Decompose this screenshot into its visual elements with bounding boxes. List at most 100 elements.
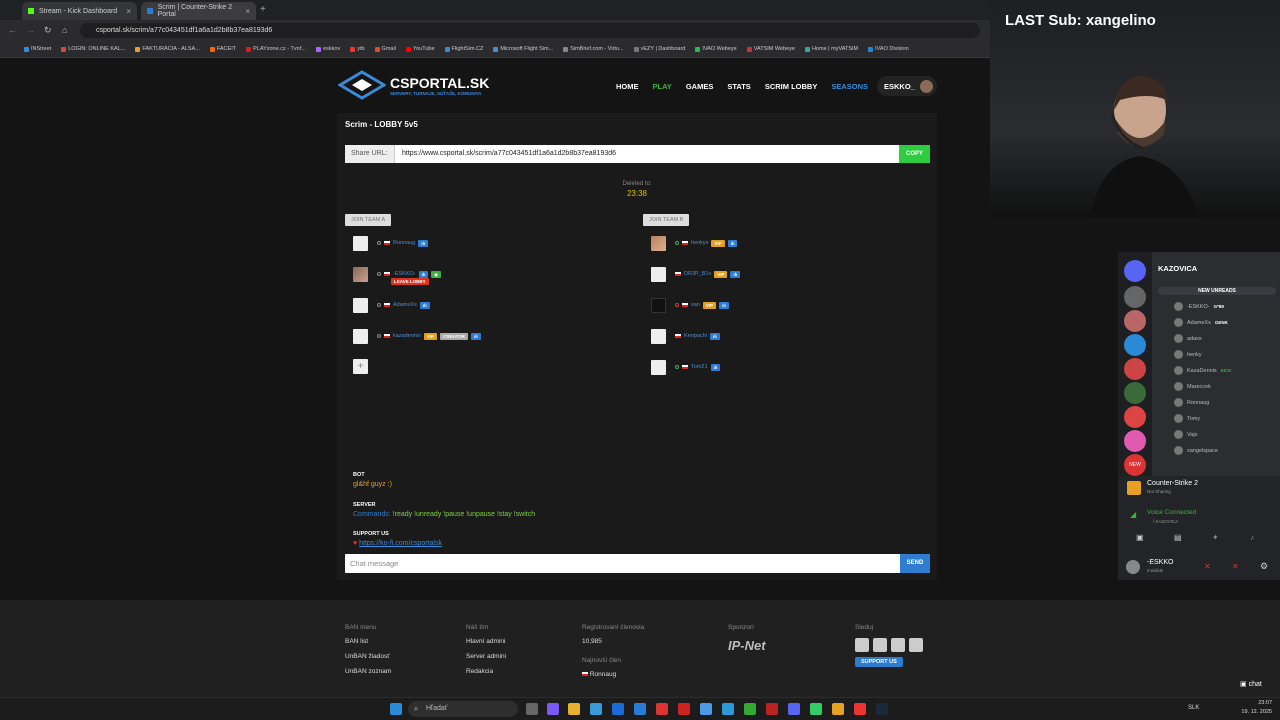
bookmark[interactable]: IVAO Division <box>868 46 909 52</box>
footer-link[interactable]: Hlavní admini <box>466 638 506 645</box>
server-icon[interactable] <box>1124 430 1146 452</box>
footer-link[interactable]: Redakcia <box>466 668 506 675</box>
add-slot-button[interactable]: + <box>353 359 368 374</box>
leave-lobby-button[interactable]: LEAVE LOBBY <box>391 278 429 285</box>
nav-games[interactable]: GAMES <box>686 82 714 91</box>
stats-icon[interactable]: ılı <box>418 239 429 247</box>
gear-icon[interactable]: ⚙ <box>1260 561 1268 572</box>
home-icon[interactable]: ⌂ <box>62 25 67 35</box>
nav-seasons[interactable]: SEASONS <box>831 82 868 91</box>
instagram-icon[interactable] <box>909 638 923 652</box>
player-name[interactable]: Ronnaug <box>393 240 415 246</box>
bookmark[interactable]: INStreet <box>24 46 51 52</box>
clock-date[interactable]: 19. 12. 2025 <box>1236 709 1272 715</box>
support-link[interactable]: https://ko-fi.com/csportalsk <box>359 540 442 547</box>
edge-icon[interactable] <box>722 703 734 715</box>
app-icon[interactable] <box>810 703 822 715</box>
newest-member[interactable]: Ronnaug <box>590 671 616 678</box>
search-input[interactable]: ⌕ Hľadať <box>408 701 518 717</box>
stats-icon[interactable]: ılı <box>719 301 729 309</box>
bookmark[interactable]: Microsoft Flight Sim... <box>493 46 553 52</box>
voice-user[interactable]: Ronnaug <box>1174 398 1209 407</box>
copy-button[interactable]: COPY <box>899 145 930 163</box>
nav-play[interactable]: PLAY <box>653 82 672 91</box>
bookmark[interactable]: Home | myVATSIM <box>804 46 858 52</box>
stats-icon[interactable]: ılı <box>710 363 721 371</box>
bookmark[interactable]: Gmail <box>374 46 396 52</box>
bookmark[interactable]: eskkov <box>316 46 340 52</box>
player-name[interactable]: -ESKKO- <box>393 271 416 277</box>
share-url-value[interactable]: https://www.csportal.sk/scrim/a77c043451… <box>402 145 616 163</box>
player-name[interactable]: AdameXs <box>393 302 417 308</box>
sponsor-logo[interactable]: IP-Net <box>728 638 766 653</box>
nav-stats[interactable]: STATS <box>727 82 750 91</box>
app-icon[interactable] <box>656 703 668 715</box>
new-unreads-pill[interactable]: NEW UNREADS <box>1158 287 1276 295</box>
bookmark[interactable]: ytb <box>350 46 365 52</box>
player-name[interactable]: DR3P_B1v <box>684 271 711 277</box>
voice-user[interactable]: Mareccek <box>1174 382 1211 391</box>
voice-user[interactable]: adaxs <box>1174 334 1202 343</box>
reload-icon[interactable]: ↻ <box>44 25 52 36</box>
bookmark[interactable]: YouTube <box>405 46 435 52</box>
bookmark[interactable]: LOGIN: ONLINE KAL... <box>61 46 125 52</box>
stats-icon[interactable]: ılı <box>709 332 720 340</box>
join-team-a-button[interactable]: JOIN TEAM A <box>345 214 392 226</box>
forward-icon[interactable]: → <box>26 25 35 35</box>
steam-badge[interactable]: ◆ <box>431 270 441 278</box>
footer-link[interactable]: Server admini <box>466 653 506 660</box>
voice-user[interactable]: Vajo <box>1174 430 1198 439</box>
close-icon[interactable]: × <box>126 7 131 16</box>
tab-kick-dashboard[interactable]: Stream - Kick Dashboard × <box>22 2 137 20</box>
music-icon[interactable] <box>854 703 866 715</box>
stats-icon[interactable]: ılı <box>470 332 481 340</box>
server-icon[interactable] <box>1124 286 1146 308</box>
app-icon[interactable] <box>547 703 559 715</box>
word-icon[interactable] <box>634 703 646 715</box>
discord-taskbar-icon[interactable] <box>788 703 800 715</box>
user-menu[interactable]: ESKKO_ <box>877 76 937 96</box>
clock-time[interactable]: 23:07 <box>1236 700 1272 706</box>
server-icon[interactable] <box>1124 334 1146 356</box>
mute-camera-icon[interactable]: ▣ <box>1136 533 1144 542</box>
store-icon[interactable] <box>590 703 602 715</box>
bookmark[interactable]: VATSIM Webeye <box>746 46 795 52</box>
voice-user[interactable]: xangelspace <box>1174 446 1218 455</box>
close-icon[interactable]: × <box>245 7 250 16</box>
task-view-icon[interactable] <box>526 703 538 715</box>
bookmark[interactable]: FlightSim.CZ <box>444 46 483 52</box>
voice-user[interactable]: AdameXs GENK <box>1174 318 1228 327</box>
chrome-icon[interactable] <box>700 703 712 715</box>
file-explorer-icon[interactable] <box>568 703 580 715</box>
activities-icon[interactable]: ✦ <box>1212 533 1219 542</box>
app-icon[interactable] <box>766 703 778 715</box>
voice-user[interactable]: henky <box>1174 350 1202 359</box>
server-icon[interactable] <box>1124 406 1146 428</box>
footer-link[interactable]: BAN list <box>345 638 391 645</box>
new-tab-button[interactable]: + <box>260 4 266 15</box>
voice-user[interactable]: Tomy <box>1174 414 1200 423</box>
start-icon[interactable] <box>390 703 402 715</box>
bookmark[interactable]: IVAO Webeye <box>695 46 737 52</box>
server-icon[interactable] <box>1124 310 1146 332</box>
footer-link[interactable]: UnBAN zoznam <box>345 668 391 675</box>
support-us-button[interactable]: SUPPORT US <box>855 657 903 667</box>
bookmark[interactable]: vEZY | Dashboard <box>633 46 685 52</box>
server-icon[interactable] <box>1124 382 1146 404</box>
app-icon[interactable] <box>744 703 756 715</box>
back-icon[interactable]: ← <box>8 25 17 35</box>
discord-icon[interactable] <box>1124 260 1146 282</box>
bookmark[interactable]: FAKTURÁCIA - ALSA... <box>135 46 200 52</box>
player-name[interactable]: xan <box>691 302 700 308</box>
stats-icon[interactable]: ılı <box>419 301 430 309</box>
voice-user[interactable]: KazaDennis KICK <box>1174 366 1232 375</box>
url-field[interactable]: csportal.sk/scrim/a77c043451df1a6a1d2b8b… <box>80 23 980 38</box>
nav-scrim-lobby[interactable]: SCRIM LOBBY <box>765 82 818 91</box>
bookmark[interactable]: SimBrief.com - Virtu... <box>563 46 624 52</box>
tab-csportal[interactable]: Scrim | Counter-Strike 2 Portal × <box>141 2 256 20</box>
twitch-icon[interactable] <box>891 638 905 652</box>
discord-server-name[interactable]: KAZOVICA <box>1158 264 1197 273</box>
footer-link[interactable]: UnBAN žiadosť <box>345 653 391 660</box>
player-name[interactable]: henkys <box>691 240 708 246</box>
chat-toggle[interactable]: ▣ chat <box>1240 680 1262 688</box>
